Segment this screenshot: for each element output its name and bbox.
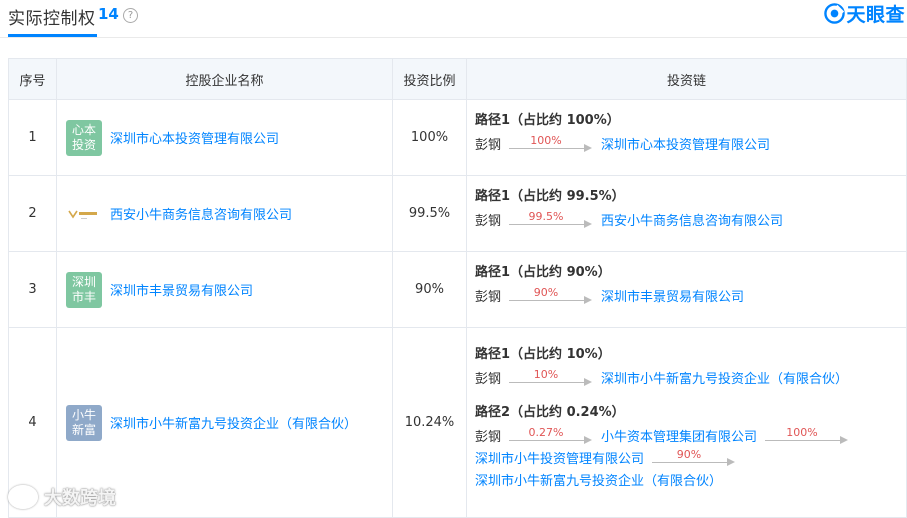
arrow-right-icon: 10%	[509, 368, 593, 391]
company-cell: 西安小牛商务信息咨询有限公司	[56, 175, 393, 252]
chain-cell: 路径1（占比约 99.5%） 彭钢 99.5% 西安小牛商务信息咨询有限公司	[466, 175, 907, 252]
col-company: 控股企业名称	[56, 58, 393, 100]
person-name[interactable]: 彭钢	[475, 135, 501, 157]
table-row: 1 心本 投资 深圳市心本投资管理有限公司 100% 路径1（占比约 100%） 彭钢 100…	[8, 99, 907, 176]
ratio-cell: 99.5%	[392, 175, 467, 252]
company-logo-badge[interactable]: 小牛 新富	[66, 404, 102, 441]
investment-chain: 彭钢 10% 深圳市小牛新富九号投资企业（有限合伙）	[475, 368, 905, 391]
table-row: 4 小牛 新富 深圳市小牛新富九号投资企业（有限合伙） 10.24% 路径1（占比约 10…	[8, 327, 907, 518]
badge-text: 新富	[71, 422, 96, 437]
company-name-link[interactable]: 西安小牛商务信息咨询有限公司	[110, 204, 292, 223]
arrow-right-icon: 90%	[509, 286, 593, 309]
col-index: 序号	[8, 58, 57, 100]
watermark-text: 大数跨境	[44, 488, 116, 509]
divider	[0, 37, 907, 38]
chain-cell: 路径1（占比约 100%） 彭钢 100% 深圳市心本投资管理有限公司	[466, 99, 907, 176]
table-row: 2 西安小牛商务信息咨询有限公司 99.5% 路径1（占比约 99.5%） 彭钢 99.5…	[8, 175, 907, 252]
arrow-right-icon: 99.5%	[509, 210, 593, 233]
arrow-right-icon: 100%	[765, 426, 849, 449]
watermark: 大数跨境	[8, 484, 116, 510]
question-circle-icon[interactable]: ?	[123, 8, 138, 23]
ratio-cell: 100%	[392, 99, 467, 176]
badge-text: 投资	[71, 137, 96, 152]
badge-text: 小牛	[71, 407, 96, 422]
company-cell: 心本 投资 深圳市心本投资管理有限公司	[56, 99, 393, 176]
person-name[interactable]: 彭钢	[475, 427, 501, 449]
ratio-cell: 90%	[392, 251, 467, 328]
company-name-link[interactable]: 深圳市心本投资管理有限公司	[110, 128, 279, 147]
row-index: 1	[8, 99, 57, 176]
investment-chain: 彭钢 99.5% 西安小牛商务信息咨询有限公司	[475, 210, 905, 233]
table-row: 3 深圳 市丰 深圳市丰景贸易有限公司 90% 路径1（占比约 90%） 彭钢 90% 深圳市丰…	[8, 251, 907, 328]
company-logo-badge[interactable]: 心本 投资	[66, 119, 102, 156]
arrow-right-icon: 0.27%	[509, 426, 593, 449]
person-name[interactable]: 彭钢	[475, 369, 501, 391]
section-header: 实际控制权 14 ? 天眼查	[0, 0, 907, 38]
watermark-logo-icon	[8, 485, 38, 509]
col-ratio: 投资比例	[392, 58, 467, 100]
path-title: 路径1（占比约 90%）	[475, 264, 611, 280]
chain-cell: 路径1（占比约 10%） 彭钢 10% 深圳市小牛新富九号投资企业（有限合伙） 路径2（…	[466, 327, 907, 518]
control-table: 序号 控股企业名称 投资比例 投资链 1 心本 投资 深圳市心本投资管理有限公司 100…	[8, 58, 907, 518]
col-chain: 投资链	[466, 58, 907, 100]
person-name[interactable]: 彭钢	[475, 211, 501, 233]
badge-text: 心本	[71, 122, 96, 137]
chain-company-link[interactable]: 深圳市小牛新富九号投资企业（有限合伙）	[601, 369, 848, 391]
badge-text: 深圳	[71, 274, 96, 289]
investment-chain: 彭钢 0.27% 小牛资本管理集团有限公司 100% 深圳市小牛投资管理有限公司 90% 深…	[475, 426, 905, 493]
chain-cell: 路径1（占比约 90%） 彭钢 90% 深圳市丰景贸易有限公司	[466, 251, 907, 328]
brand-logo[interactable]: 天眼查	[824, 0, 905, 26]
path-title: 路径1（占比约 10%）	[475, 346, 611, 362]
company-cell: 深圳 市丰 深圳市丰景贸易有限公司	[56, 251, 393, 328]
badge-text: 市丰	[71, 289, 96, 304]
path-title: 路径1（占比约 99.5%）	[475, 188, 625, 204]
person-name[interactable]: 彭钢	[475, 287, 501, 309]
brand-name: 天眼查	[846, 3, 905, 26]
ratio-cell: 10.24%	[392, 327, 467, 518]
table-header-row: 序号 控股企业名称 投资比例 投资链	[8, 58, 907, 100]
arrow-right-icon: 90%	[652, 448, 736, 471]
row-index: 3	[8, 251, 57, 328]
tianyancha-logo-icon	[824, 2, 846, 24]
chain-company-link[interactable]: 深圳市小牛投资管理有限公司	[475, 449, 644, 471]
result-count: 14	[98, 5, 119, 23]
chain-company-link[interactable]: 深圳市小牛新富九号投资企业（有限合伙）	[475, 471, 722, 493]
company-logo-badge[interactable]	[66, 195, 102, 232]
chain-company-link[interactable]: 西安小牛商务信息咨询有限公司	[601, 211, 783, 233]
section-title: 实际控制权	[8, 9, 96, 29]
path-title: 路径1（占比约 100%）	[475, 112, 620, 128]
company-name-link[interactable]: 深圳市丰景贸易有限公司	[110, 280, 253, 299]
path-title: 路径2（占比约 0.24%）	[475, 404, 625, 420]
chain-company-link[interactable]: 深圳市丰景贸易有限公司	[601, 287, 744, 309]
row-index: 2	[8, 175, 57, 252]
arrow-right-icon: 100%	[509, 134, 593, 157]
company-name-link[interactable]: 深圳市小牛新富九号投资企业（有限合伙）	[110, 413, 357, 432]
company-logo-badge[interactable]: 深圳 市丰	[66, 271, 102, 308]
investment-chain: 彭钢 100% 深圳市心本投资管理有限公司	[475, 134, 905, 157]
chain-company-link[interactable]: 深圳市心本投资管理有限公司	[601, 135, 770, 157]
xiaoniu-logo-icon	[68, 210, 97, 219]
investment-chain: 彭钢 90% 深圳市丰景贸易有限公司	[475, 286, 905, 309]
